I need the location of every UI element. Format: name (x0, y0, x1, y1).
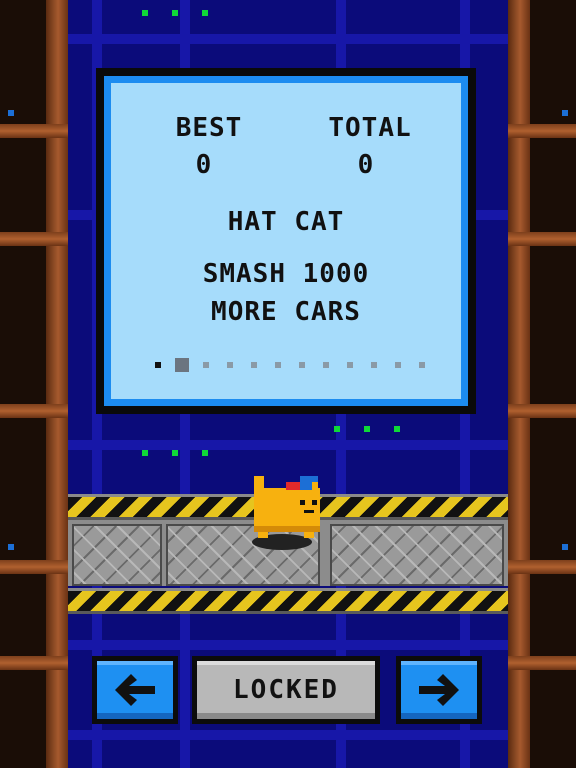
hazard-stripe-bottom (68, 588, 508, 614)
page-dot (275, 362, 281, 368)
next-character-button[interactable] (396, 656, 482, 724)
page-dot (227, 362, 233, 368)
total-label: TOTAL (328, 113, 412, 143)
unlock-requirement-line1: SMASH 1000 (202, 259, 370, 289)
page-dot (299, 362, 305, 368)
unlock-requirement-line2: MORE CARS (211, 297, 361, 327)
character-name: HAT CAT (227, 207, 345, 237)
left-arrow-icon (115, 674, 155, 706)
best-label: BEST (175, 113, 243, 143)
page-dot (323, 362, 329, 368)
total-value: 0 (357, 150, 375, 180)
game-scene: BEST TOTAL 0 0 HAT CAT SMASH 1000 MORE C… (0, 0, 576, 768)
left-pillar (0, 0, 68, 768)
page-dot (251, 362, 257, 368)
locked-status-button[interactable]: LOCKED (192, 656, 380, 724)
hat-cat-sprite (252, 476, 320, 550)
page-dot (203, 362, 209, 368)
right-pillar (508, 0, 576, 768)
character-info-panel: BEST TOTAL 0 0 HAT CAT SMASH 1000 MORE C… (96, 68, 476, 414)
page-dot (395, 362, 401, 368)
page-dot (155, 362, 161, 368)
locked-label: LOCKED (233, 675, 339, 705)
right-arrow-icon (419, 674, 459, 706)
best-value: 0 (195, 150, 213, 180)
previous-character-button[interactable] (92, 656, 178, 724)
page-dot (347, 362, 353, 368)
page-dot-current (175, 358, 189, 372)
page-dot (419, 362, 425, 368)
page-dot (371, 362, 377, 368)
